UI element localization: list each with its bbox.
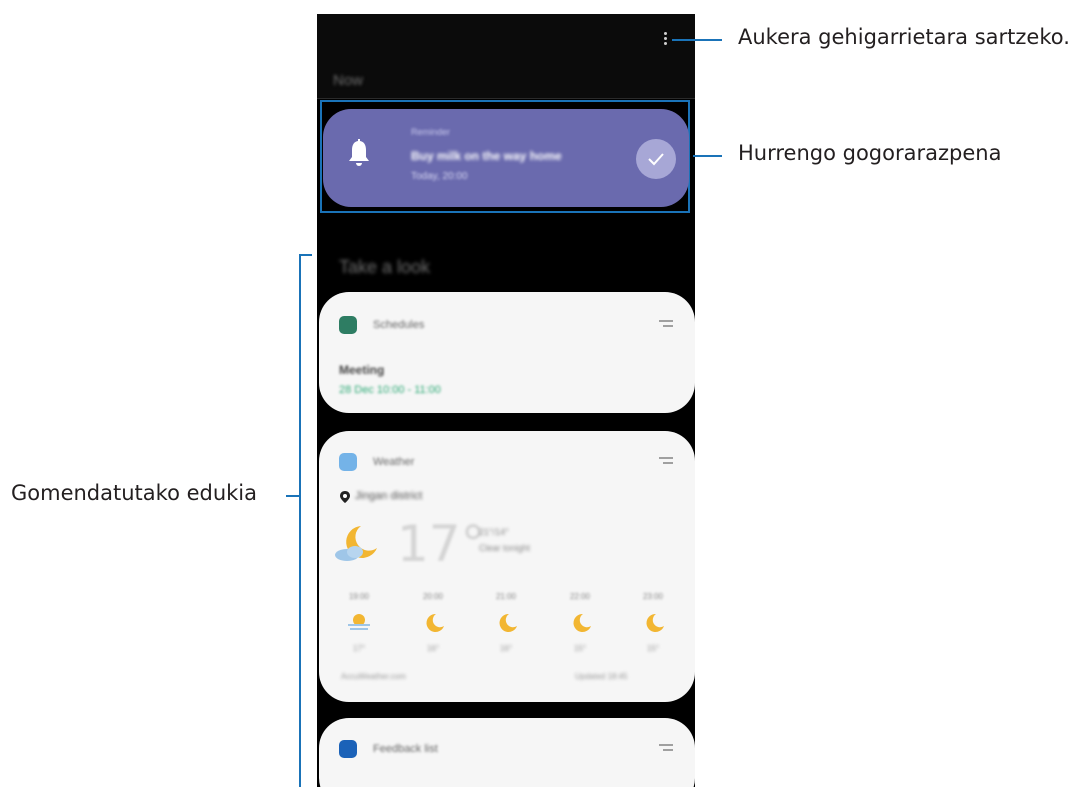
weather-updated-time: Updated 18:45 xyxy=(575,672,628,681)
callout-line-recommended xyxy=(286,495,299,497)
hourly-temperature: 16° xyxy=(499,644,513,653)
section-take-a-look-heading: Take a look xyxy=(339,257,431,277)
hourly-temperature: 17° xyxy=(352,644,366,653)
moon-icon xyxy=(426,613,444,632)
card-menu-icon[interactable] xyxy=(659,457,673,467)
callout-bracket-top xyxy=(299,254,312,256)
hourly-time: 22:00 xyxy=(569,592,591,601)
reminder-label: Reminder xyxy=(411,127,451,137)
callout-line-next-reminder xyxy=(693,155,722,157)
bell-icon xyxy=(349,139,369,166)
callout-recommended: Gomendatutako edukia xyxy=(11,481,258,505)
card-menu-icon[interactable] xyxy=(659,320,673,330)
feedback-card[interactable]: Feedback list xyxy=(319,718,695,787)
moon-icon xyxy=(646,613,664,632)
reminder-subtitle: Today, 20:00 xyxy=(411,171,468,182)
feedback-app-icon xyxy=(339,740,357,758)
callout-bracket-recommended xyxy=(299,254,301,787)
more-options-icon[interactable] xyxy=(661,32,669,52)
moon-cloud-icon xyxy=(335,526,377,561)
temperature-range: 21°/14° xyxy=(479,527,509,537)
location-pin-icon xyxy=(340,491,350,503)
schedules-app-icon xyxy=(339,316,357,334)
weather-app-icon xyxy=(339,453,357,471)
callout-next-reminder: Hurrengo gogorarazpena xyxy=(738,141,1002,165)
next-reminder-card[interactable]: Reminder Buy milk on the way home Today,… xyxy=(323,109,689,207)
weather-location: Jingan district xyxy=(355,490,423,502)
schedule-event-title: Meeting xyxy=(339,363,385,377)
hourly-time: 21:00 xyxy=(495,592,517,601)
schedules-card-title: Schedules xyxy=(373,319,425,331)
callout-line-more-options xyxy=(672,39,722,41)
hourly-temperature: 15° xyxy=(573,644,587,653)
hourly-temperature: 15° xyxy=(646,644,660,653)
hourly-time: 19:00 xyxy=(348,592,370,601)
phone-screen: Now Reminder Buy milk on the way home To… xyxy=(317,14,695,787)
weather-provider[interactable]: AccuWeather.com xyxy=(341,672,406,681)
hourly-temperature: 16° xyxy=(426,644,440,653)
moon-icon xyxy=(573,613,591,632)
top-bar: Now xyxy=(317,14,695,99)
reminder-title: Buy milk on the way home xyxy=(411,149,562,163)
check-icon xyxy=(648,153,664,166)
weather-card-title: Weather xyxy=(373,456,415,468)
sun-cloud-icon xyxy=(348,614,370,630)
callout-more-options: Aukera gehigarrietara sartzeko. xyxy=(738,25,1070,49)
section-now-heading: Now xyxy=(333,72,364,89)
weather-card[interactable]: Weather Jingan district 17° 21°/14° Clea… xyxy=(319,431,695,702)
card-menu-icon[interactable] xyxy=(659,744,673,754)
feedback-card-title: Feedback list xyxy=(373,743,438,755)
hourly-time: 23:00 xyxy=(642,592,664,601)
complete-reminder-button[interactable] xyxy=(636,139,676,179)
schedule-event-time: 28 Dec 10:00 - 11:00 xyxy=(339,384,441,396)
current-temperature: 17° xyxy=(397,515,486,573)
schedules-card[interactable]: Schedules Meeting 28 Dec 10:00 - 11:00 xyxy=(319,292,695,413)
moon-icon xyxy=(499,613,517,632)
weather-condition: Clear tonight xyxy=(479,543,531,553)
hourly-time: 20:00 xyxy=(422,592,444,601)
